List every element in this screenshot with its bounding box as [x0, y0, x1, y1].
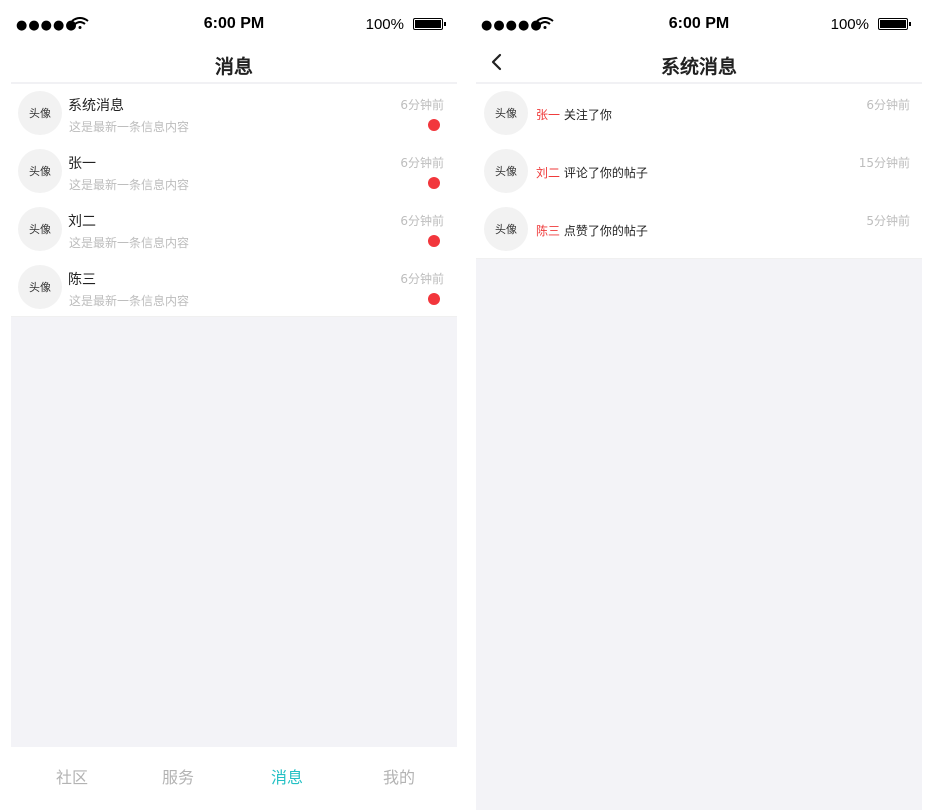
unread-dot — [428, 293, 440, 305]
battery-icon — [878, 18, 911, 30]
tab-profile[interactable]: 我的 — [343, 764, 455, 788]
notification-time: 15分钟前 — [858, 156, 910, 170]
notification-time: 6分钟前 — [866, 98, 910, 112]
battery-percent: 100% — [365, 16, 404, 33]
notification-user[interactable]: 张一 — [536, 108, 560, 122]
notification-list: 头像 张一 关注了你 6分钟前 头像 刘二 评论了你的帖子 15分钟前 头像 陈… — [476, 84, 922, 810]
conversation-item[interactable]: 头像 系统消息 这是最新一条信息内容 6分钟前 — [11, 84, 457, 143]
tab-services[interactable]: 服务 — [122, 764, 234, 788]
conversation-preview: 这是最新一条信息内容 — [69, 120, 190, 134]
nav-bar: 系统消息 — [476, 44, 922, 84]
system-messages-screen: ●●●●● 6:00 PM 100% 系统消息 头像 张一 关注了你 6分钟前 … — [476, 0, 922, 810]
notification-item[interactable]: 头像 陈三 点赞了你的帖子 5分钟前 — [476, 200, 922, 259]
notification-text: 刘二 评论了你的帖子 — [536, 164, 648, 181]
notification-text: 陈三 点赞了你的帖子 — [536, 222, 648, 239]
conversation-item[interactable]: 头像 刘二 这是最新一条信息内容 6分钟前 — [11, 200, 457, 259]
avatar: 头像 — [18, 149, 62, 193]
conversation-time: 6分钟前 — [400, 272, 444, 286]
notification-time: 5分钟前 — [866, 214, 910, 228]
battery-icon — [413, 18, 446, 30]
conversation-time: 6分钟前 — [400, 98, 444, 112]
tab-messages[interactable]: 消息 — [231, 764, 343, 788]
nav-bar: 消息 — [11, 44, 457, 84]
notification-item[interactable]: 头像 刘二 评论了你的帖子 15分钟前 — [476, 142, 922, 201]
page-title: 系统消息 — [660, 56, 737, 78]
tab-bar: 社区 服务 消息 我的 — [11, 747, 457, 810]
avatar: 头像 — [484, 91, 528, 135]
battery-percent: 100% — [830, 16, 869, 33]
messages-screen: ●●●●● 6:00 PM 100% 消息 头像 系统消息 这是最新一条信息内容… — [11, 0, 457, 810]
conversation-preview: 这是最新一条信息内容 — [69, 178, 190, 192]
conversation-preview: 这是最新一条信息内容 — [69, 294, 190, 308]
page-title: 消息 — [214, 56, 253, 78]
unread-dot — [428, 119, 440, 131]
conversation-item[interactable]: 头像 陈三 这是最新一条信息内容 6分钟前 — [11, 258, 457, 317]
avatar: 头像 — [18, 91, 62, 135]
avatar: 头像 — [18, 207, 62, 251]
conversation-preview: 这是最新一条信息内容 — [69, 236, 190, 250]
tab-community[interactable]: 社区 — [16, 764, 128, 788]
unread-dot — [428, 177, 440, 189]
conversation-item[interactable]: 头像 张一 这是最新一条信息内容 6分钟前 — [11, 142, 457, 201]
notification-action: 评论了你的帖子 — [563, 166, 648, 180]
notification-action: 关注了你 — [563, 108, 612, 122]
avatar: 头像 — [484, 149, 528, 193]
notification-user[interactable]: 刘二 — [536, 166, 560, 180]
avatar: 头像 — [18, 265, 62, 309]
notification-user[interactable]: 陈三 — [536, 224, 560, 238]
conversation-name: 张一 — [68, 156, 96, 172]
unread-dot — [428, 235, 440, 247]
conversation-time: 6分钟前 — [400, 156, 444, 170]
notification-text: 张一 关注了你 — [536, 106, 612, 123]
conversation-time: 6分钟前 — [400, 214, 444, 228]
avatar: 头像 — [484, 207, 528, 251]
notification-action: 点赞了你的帖子 — [563, 224, 648, 238]
conversation-list: 头像 系统消息 这是最新一条信息内容 6分钟前 头像 张一 这是最新一条信息内容… — [11, 84, 457, 810]
notification-item[interactable]: 头像 张一 关注了你 6分钟前 — [476, 84, 922, 143]
conversation-name: 系统消息 — [68, 98, 124, 114]
conversation-name: 刘二 — [68, 214, 96, 230]
conversation-name: 陈三 — [68, 272, 96, 288]
